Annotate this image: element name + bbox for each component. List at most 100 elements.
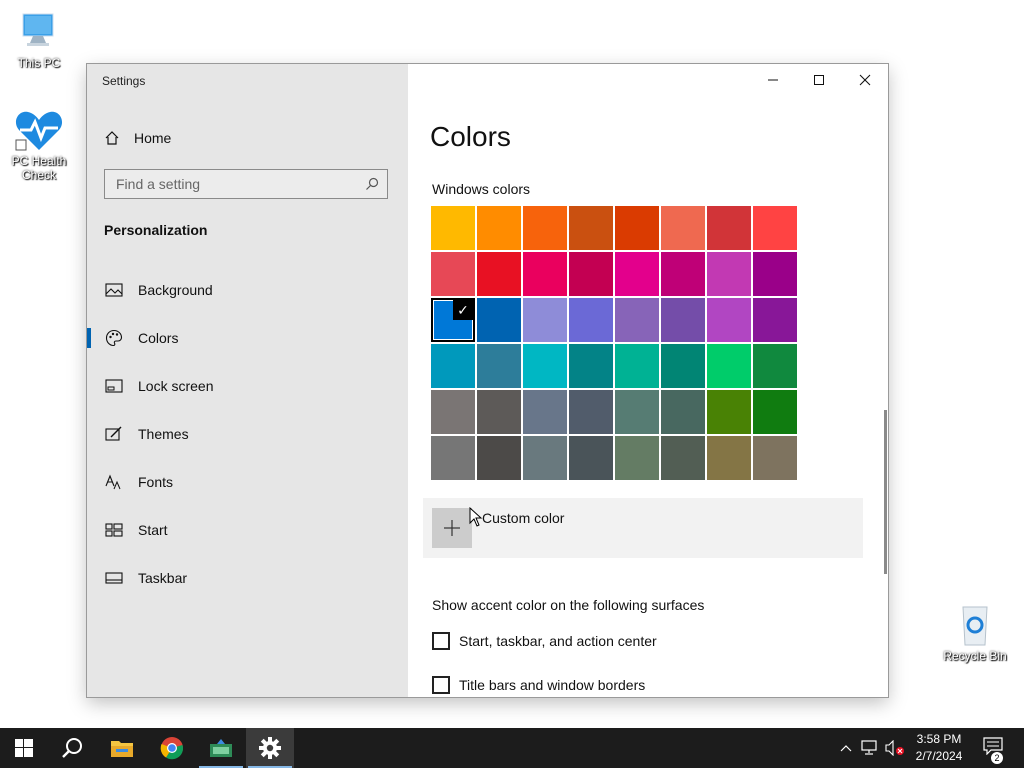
taskbar-file-explorer[interactable]	[98, 728, 146, 768]
color-swatch[interactable]	[753, 436, 797, 480]
color-swatch[interactable]	[569, 206, 613, 250]
color-swatch[interactable]	[615, 390, 659, 434]
taskbar: 3:58 PM 2/7/2024 2	[0, 728, 1024, 768]
color-swatch[interactable]	[569, 252, 613, 296]
color-swatch[interactable]	[477, 436, 521, 480]
brush-icon	[104, 424, 124, 444]
color-swatch[interactable]	[569, 390, 613, 434]
sidebar-item-fonts[interactable]: Fonts	[87, 462, 408, 502]
taskbar-search-button[interactable]	[48, 728, 96, 768]
taskbar-chrome[interactable]	[148, 728, 196, 768]
color-swatch[interactable]	[569, 436, 613, 480]
color-swatch[interactable]: ✓	[431, 298, 475, 342]
color-swatch[interactable]	[615, 344, 659, 388]
checkmark-icon: ✓	[453, 300, 473, 320]
color-swatch[interactable]	[523, 206, 567, 250]
window-title: Settings	[102, 74, 146, 88]
color-swatch[interactable]	[569, 344, 613, 388]
clock[interactable]: 3:58 PM 2/7/2024	[906, 731, 972, 765]
color-swatch[interactable]	[661, 252, 705, 296]
color-swatch[interactable]	[753, 298, 797, 342]
checkbox-title-bars[interactable]: Title bars and window borders	[432, 676, 645, 694]
start-layout-icon	[104, 520, 124, 540]
color-swatch[interactable]	[707, 298, 751, 342]
clock-date: 2/7/2024	[915, 749, 963, 763]
action-center-button[interactable]: 2	[978, 728, 1008, 768]
color-swatch[interactable]	[661, 436, 705, 480]
sidebar-item-start[interactable]: Start	[87, 510, 408, 550]
settings-window: Settings Home Personalization Background	[87, 64, 888, 697]
sidebar-item-lock-screen[interactable]: Lock screen	[87, 366, 408, 406]
accent-surfaces-heading: Show accent color on the following surfa…	[432, 597, 705, 613]
maximize-button[interactable]	[796, 64, 842, 96]
close-icon	[859, 74, 871, 86]
color-swatch[interactable]	[523, 344, 567, 388]
desktop-icon-recycle-bin[interactable]: Recycle Bin	[940, 603, 1010, 663]
color-swatch[interactable]	[615, 298, 659, 342]
color-swatch[interactable]	[431, 390, 475, 434]
color-swatch[interactable]	[753, 390, 797, 434]
color-swatch[interactable]	[707, 344, 751, 388]
sidebar-item-background[interactable]: Background	[87, 270, 408, 310]
color-swatch[interactable]	[477, 344, 521, 388]
color-swatch[interactable]	[707, 436, 751, 480]
color-swatch[interactable]	[523, 436, 567, 480]
desktop-icon-pc-health-check[interactable]: PC Health Check	[4, 108, 74, 182]
search-box[interactable]	[104, 169, 388, 199]
color-swatch[interactable]	[753, 344, 797, 388]
checkbox[interactable]	[432, 676, 450, 694]
notification-count-badge: 2	[991, 751, 1003, 764]
sidebar-item-themes[interactable]: Themes	[87, 414, 408, 454]
color-swatch[interactable]	[431, 252, 475, 296]
custom-color-button[interactable]: Custom color	[423, 498, 863, 558]
sidebar-item-label: Lock screen	[138, 378, 214, 394]
sidebar-item-label: Fonts	[138, 474, 174, 490]
color-swatch[interactable]	[661, 390, 705, 434]
search-icon	[62, 738, 82, 758]
color-swatch[interactable]	[707, 390, 751, 434]
color-swatch[interactable]	[523, 298, 567, 342]
close-button[interactable]	[842, 64, 888, 96]
color-swatch[interactable]	[431, 344, 475, 388]
section-title: Personalization	[104, 222, 208, 238]
color-swatch[interactable]	[569, 298, 613, 342]
tray-chevron-button[interactable]	[836, 728, 856, 768]
color-swatch[interactable]	[477, 298, 521, 342]
custom-color-label: Custom color	[482, 510, 565, 526]
sidebar-item-label: Background	[138, 282, 213, 298]
taskbar-app[interactable]	[197, 728, 245, 768]
search-input[interactable]	[105, 170, 356, 198]
checkbox[interactable]	[432, 632, 450, 650]
color-swatch[interactable]	[477, 390, 521, 434]
scrollbar[interactable]	[884, 410, 887, 574]
color-swatch[interactable]	[431, 436, 475, 480]
color-swatch[interactable]	[615, 206, 659, 250]
taskbar-settings[interactable]	[246, 728, 294, 768]
windows-colors-heading: Windows colors	[432, 181, 531, 197]
checkbox-start-taskbar[interactable]: Start, taskbar, and action center	[432, 632, 657, 650]
search-icon[interactable]	[365, 177, 379, 191]
color-swatch[interactable]	[661, 298, 705, 342]
color-swatch[interactable]	[661, 206, 705, 250]
home-link[interactable]: Home	[104, 128, 171, 148]
color-swatch[interactable]	[753, 252, 797, 296]
color-swatch[interactable]	[523, 252, 567, 296]
start-icon	[15, 739, 33, 757]
minimize-button[interactable]	[750, 64, 796, 96]
start-button[interactable]	[0, 728, 48, 768]
color-swatch[interactable]	[707, 206, 751, 250]
color-swatch[interactable]	[477, 252, 521, 296]
color-swatch[interactable]	[661, 344, 705, 388]
color-swatch[interactable]	[477, 206, 521, 250]
color-swatch[interactable]	[707, 252, 751, 296]
network-button[interactable]	[858, 728, 882, 768]
desktop-icon-this-pc[interactable]: This PC	[4, 10, 74, 70]
sidebar-item-colors[interactable]: Colors	[87, 318, 408, 358]
color-swatch[interactable]	[523, 390, 567, 434]
color-swatch[interactable]	[615, 436, 659, 480]
sidebar-item-taskbar[interactable]: Taskbar	[87, 558, 408, 598]
volume-button[interactable]	[884, 728, 906, 768]
color-swatch[interactable]	[431, 206, 475, 250]
color-swatch[interactable]	[615, 252, 659, 296]
color-swatch[interactable]	[753, 206, 797, 250]
